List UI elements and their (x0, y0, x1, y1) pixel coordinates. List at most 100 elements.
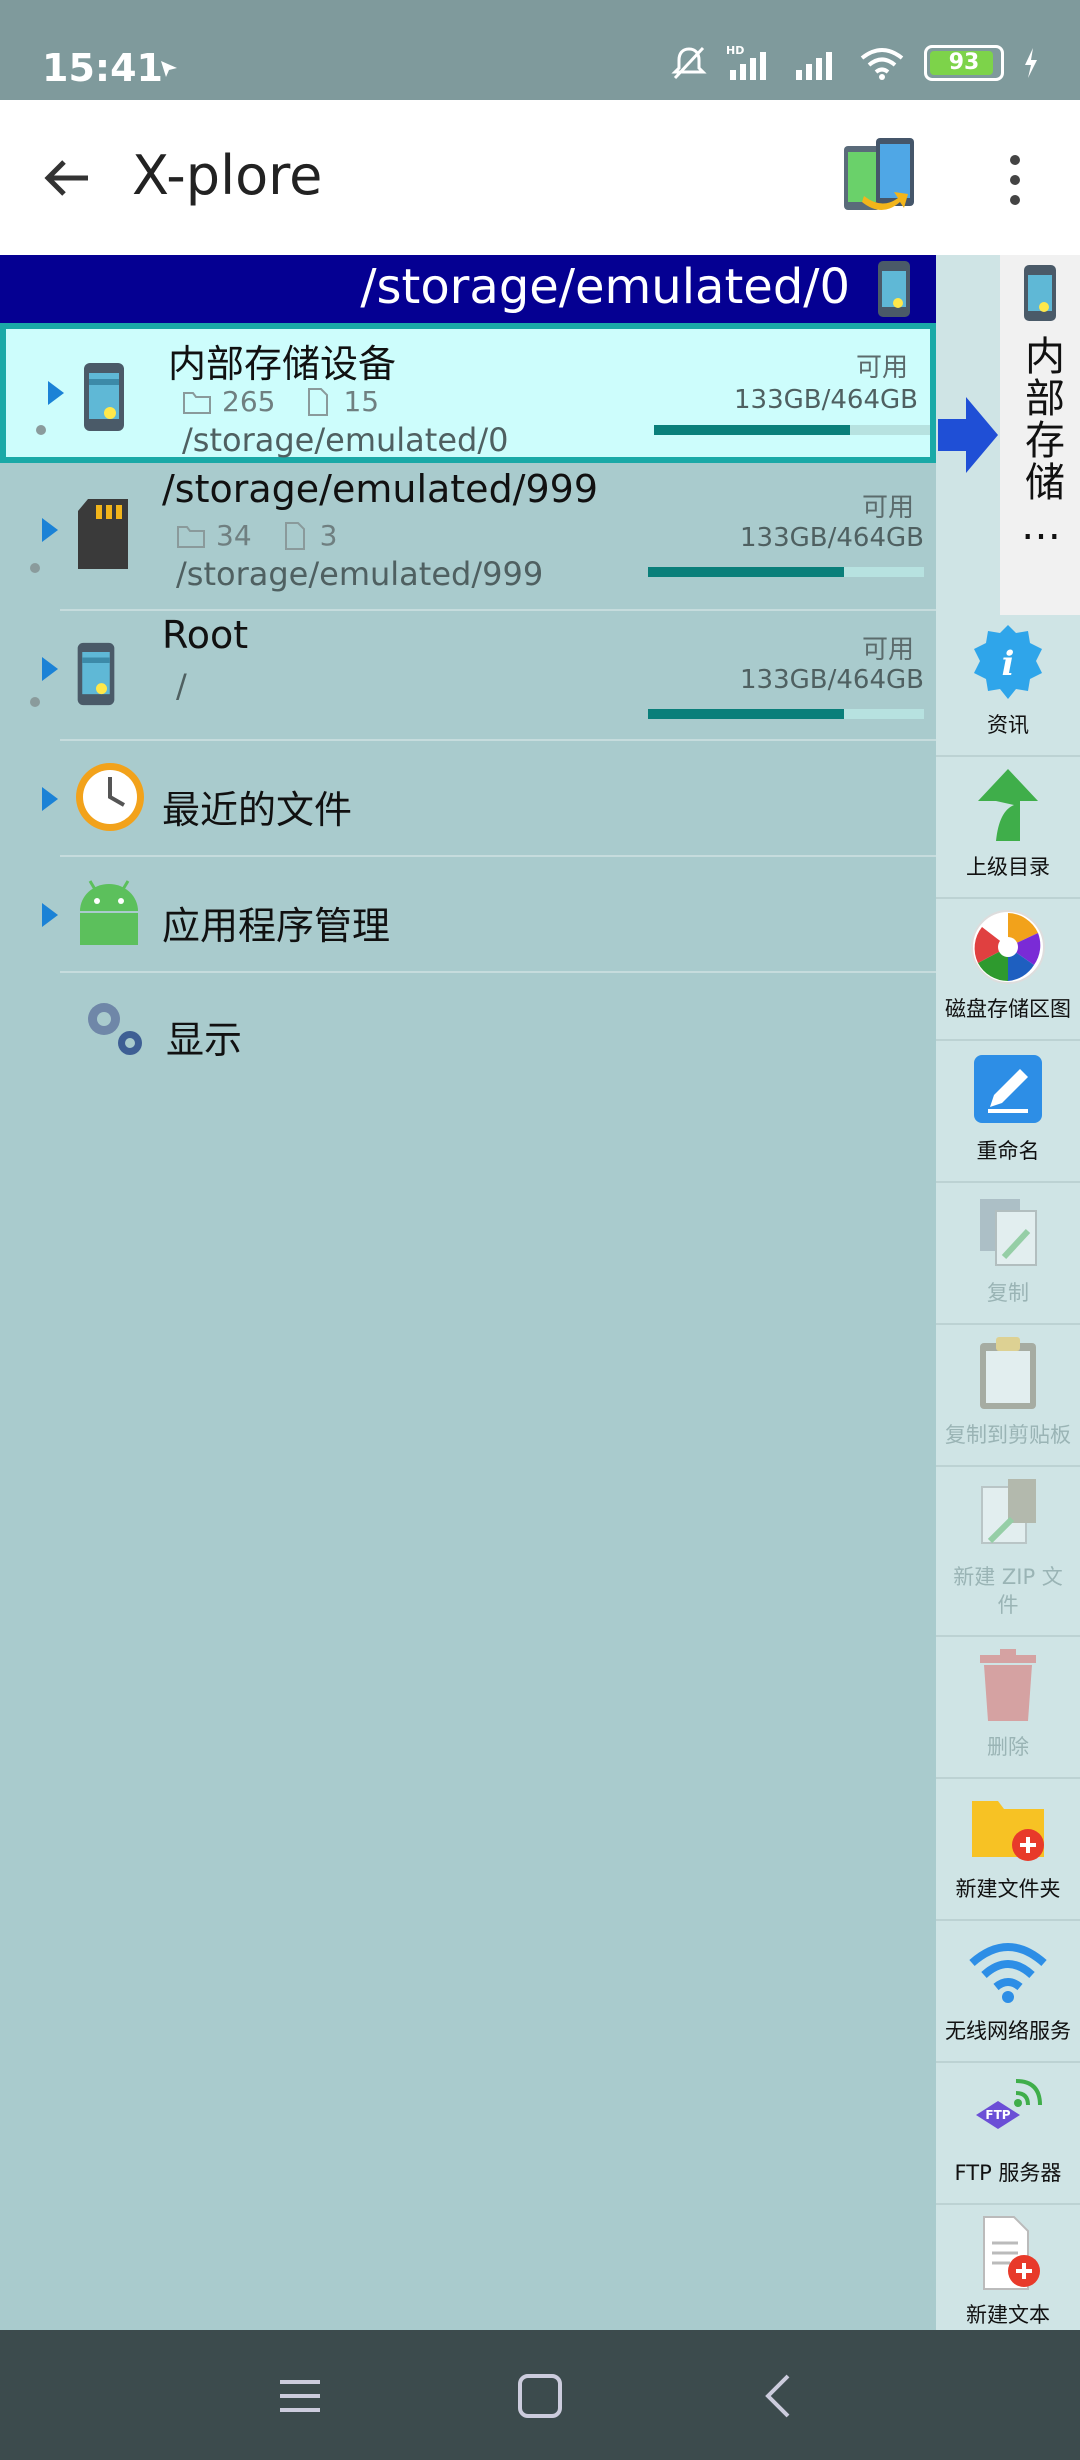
signal-icon (796, 52, 832, 80)
delete-button[interactable]: 删除 (936, 1637, 1080, 1779)
clock-icon (76, 763, 144, 831)
system-nav-bar (0, 2330, 1080, 2460)
copy-label: 复制 (987, 1281, 1029, 1305)
wifi-server-button[interactable]: 无线网络服务 (936, 1921, 1080, 2063)
status-time: 15:41 (42, 46, 163, 90)
copy-icon (980, 1199, 1037, 1266)
copy-to-clipboard-label: 复制到剪贴板 (945, 1423, 1071, 1447)
list-item[interactable]: 内部存储设备 265 15 /storage/emulated/0 可用 133… (0, 323, 936, 463)
svg-text:i: i (1002, 644, 1015, 684)
copy-to-clipboard-button[interactable]: 复制到剪贴板 (936, 1325, 1080, 1467)
other-pane-tab[interactable]: 内部存储… (1000, 255, 1080, 615)
new-text-label: 新建文本 (966, 2303, 1050, 2327)
new-zip-button[interactable]: 新建 ZIP 文件 (936, 1467, 1080, 1637)
list-item[interactable]: 最近的文件 (0, 741, 936, 857)
path-header: /storage/emulated/0 (0, 255, 936, 323)
storage-size: 133GB/464GB (740, 665, 924, 695)
list-item[interactable]: Root / 可用 133GB/464GB (0, 613, 936, 741)
delete-label: 删除 (987, 1735, 1029, 1759)
more-vert-icon[interactable] (1000, 150, 1030, 210)
item-path: /storage/emulated/999 (176, 555, 544, 593)
phone-icon (878, 261, 910, 317)
new-text-button[interactable]: 新建文本 (936, 2205, 1080, 2330)
menu-icon[interactable] (272, 2368, 328, 2424)
trash-icon (980, 1649, 1036, 1721)
hd-signal-icon: HD (726, 44, 766, 80)
phone-icon (84, 363, 124, 431)
file-outline-icon (284, 521, 305, 550)
clipboard-icon (980, 1337, 1036, 1409)
item-name: Root (162, 613, 249, 657)
usage-bar (648, 567, 924, 577)
wifi-server-label: 无线网络服务 (945, 2019, 1071, 2043)
pie-chart-icon (971, 910, 1045, 984)
parent-dir-button[interactable]: 上级目录 (936, 757, 1080, 899)
expand-arrow-icon[interactable] (42, 903, 58, 927)
rename-button[interactable]: 重命名 (936, 1041, 1080, 1183)
drawer-arrow-icon (938, 397, 998, 473)
notification-icon (161, 61, 177, 77)
list-item[interactable]: 显示 (0, 973, 936, 1085)
sd-card-icon (78, 499, 128, 569)
folder-outline-icon (183, 391, 211, 414)
storage-size: 133GB/464GB (740, 523, 924, 553)
disk-map-button[interactable]: 磁盘存储区图 (936, 899, 1080, 1041)
expand-arrow-icon[interactable] (48, 381, 64, 405)
rename-label: 重命名 (976, 1139, 1040, 1163)
folder-count: 34 (216, 519, 252, 552)
wifi-icon (969, 1943, 1047, 2003)
item-path: / (176, 667, 187, 705)
parent-dir-label: 上级目录 (966, 855, 1050, 879)
item-counts: 34 3 (176, 519, 337, 552)
battery-icon: 93 (924, 45, 1004, 81)
item-name: 应用程序管理 (162, 904, 391, 948)
app-bar: X-plore (0, 100, 1080, 255)
storage-size: 133GB/464GB (734, 385, 918, 415)
zip-icon (981, 1479, 1036, 1544)
item-name: 最近的文件 (162, 788, 353, 832)
available-label: 可用 (861, 493, 914, 523)
info-button[interactable]: i 资讯 (936, 615, 1080, 757)
item-path: /storage/emulated/0 (182, 421, 509, 459)
app-title: X-plore (132, 144, 323, 207)
ftp-server-label: FTP 服务器 (954, 2161, 1062, 2185)
list-item[interactable]: /storage/emulated/999 34 3 /storage/emul… (0, 467, 936, 611)
usage-bar (648, 709, 924, 719)
new-zip-label: 新建 ZIP 文件 (953, 1565, 1063, 1617)
android-icon (80, 880, 138, 945)
new-folder-button[interactable]: 新建文件夹 (936, 1779, 1080, 1921)
status-dot (30, 563, 40, 573)
wifi-icon (860, 48, 904, 80)
expand-arrow-icon[interactable] (42, 657, 58, 681)
expand-arrow-icon[interactable] (42, 518, 58, 542)
svg-text:FTP: FTP (985, 2108, 1010, 2122)
new-text-icon (983, 2216, 1040, 2290)
item-name: 显示 (166, 1018, 243, 1062)
dual-pane-swap-icon[interactable] (842, 136, 918, 222)
usage-bar (654, 425, 930, 435)
back-arrow-icon[interactable] (40, 150, 96, 206)
copy-button[interactable]: 复制 (936, 1183, 1080, 1325)
back-icon[interactable] (752, 2368, 808, 2424)
item-name: /storage/emulated/999 (162, 467, 599, 511)
file-outline-icon (308, 387, 329, 416)
other-pane-label: 内部存储… (1018, 335, 1064, 551)
charging-icon (1025, 48, 1037, 78)
status-dot (30, 697, 40, 707)
list-item[interactable]: 应用程序管理 (0, 857, 936, 973)
new-folder-icon (972, 1801, 1044, 1861)
available-label: 可用 (861, 635, 914, 665)
item-counts: 265 15 (182, 385, 379, 418)
phone-icon (1024, 265, 1056, 321)
gears-icon (88, 1003, 142, 1055)
info-icon: i (974, 625, 1042, 699)
home-icon[interactable] (512, 2368, 568, 2424)
rename-icon (974, 1055, 1042, 1123)
phone-icon (77, 642, 115, 706)
expand-arrow-icon[interactable] (42, 787, 58, 811)
ftp-server-button[interactable]: FTP FTP 服务器 (936, 2063, 1080, 2205)
file-count: 3 (319, 519, 338, 552)
folder-outline-icon (177, 525, 205, 548)
status-icons: HD 93 (670, 44, 1040, 82)
available-label: 可用 (855, 353, 908, 383)
